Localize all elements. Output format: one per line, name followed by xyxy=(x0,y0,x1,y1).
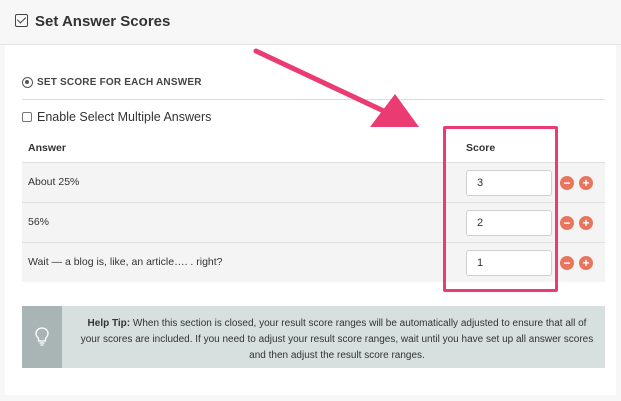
lightbulb-icon xyxy=(35,327,49,346)
target-icon xyxy=(22,77,33,88)
score-input[interactable] xyxy=(466,170,552,196)
panel-header[interactable]: Set Answer Scores xyxy=(0,0,621,45)
multiple-answers-checkbox[interactable] xyxy=(22,112,32,122)
remove-answer-button[interactable]: − xyxy=(560,256,574,270)
section-title: SET SCORE FOR EACH ANSWER xyxy=(37,77,202,88)
add-answer-button[interactable]: + xyxy=(579,176,593,190)
answer-row: About 25% − + xyxy=(22,162,605,202)
score-input[interactable] xyxy=(466,250,552,276)
score-column-header: Score xyxy=(466,142,496,154)
help-tip-body: When this section is closed, your result… xyxy=(80,318,594,361)
answer-text: Wait — a blog is, like, an article…. . r… xyxy=(28,256,223,268)
panel-title: Set Answer Scores xyxy=(35,13,171,30)
answer-text: About 25% xyxy=(28,176,80,188)
multiple-answers-label[interactable]: Enable Select Multiple Answers xyxy=(37,110,211,124)
score-input[interactable] xyxy=(466,210,552,236)
add-answer-button[interactable]: + xyxy=(579,216,593,230)
answer-row: Wait — a blog is, like, an article…. . r… xyxy=(22,242,605,282)
help-tip-text: Help Tip: When this section is closed, y… xyxy=(77,316,597,364)
section-divider xyxy=(22,99,605,100)
help-tip: Help Tip: When this section is closed, y… xyxy=(22,306,605,368)
help-tip-label: Help Tip: xyxy=(87,318,131,329)
answer-row: 56% − + xyxy=(22,202,605,242)
remove-answer-button[interactable]: − xyxy=(560,176,574,190)
answer-column-header: Answer xyxy=(28,142,66,154)
checkbox-icon xyxy=(15,14,28,27)
tip-icon-cell xyxy=(22,306,62,368)
add-answer-button[interactable]: + xyxy=(579,256,593,270)
answer-text: 56% xyxy=(28,216,50,228)
table-header: Answer Score xyxy=(22,136,605,162)
remove-answer-button[interactable]: − xyxy=(560,216,574,230)
